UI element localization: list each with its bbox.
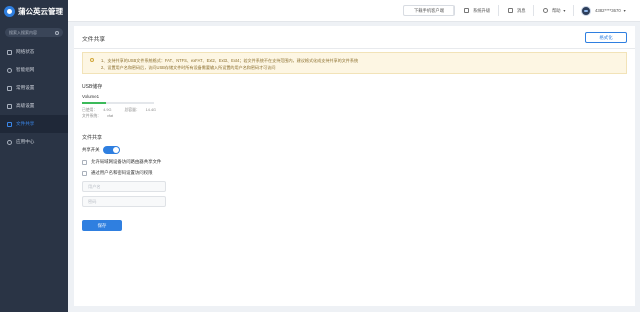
- page-title: 文件共享: [82, 37, 106, 43]
- sidebar-item-label: 智能组网: [16, 67, 35, 72]
- system-upgrade-label: 系统升级: [473, 7, 491, 13]
- usage-bar: [82, 102, 154, 104]
- file-share-title: 文件共享: [82, 135, 103, 141]
- chevron-down-icon: ▼: [622, 8, 627, 13]
- total-label: 总容量：: [124, 108, 140, 112]
- fs-label: 文件系统：: [82, 114, 101, 118]
- notice-box: 1、支持共享的USB文件系统格式：FAT、NTFS、exFAT、Ext2、Ext…: [82, 52, 627, 74]
- settings-icon: [7, 85, 12, 91]
- share-switch-label: 共享开关: [82, 147, 100, 152]
- used-value: 4.9G: [103, 108, 112, 112]
- network-icon: [7, 67, 12, 73]
- user-menu[interactable]: 4382****3670 ▼: [581, 5, 626, 16]
- upgrade-icon: [464, 8, 469, 13]
- logo-icon: [4, 5, 15, 17]
- sidebar-search: [5, 28, 63, 37]
- divider: [74, 48, 635, 49]
- sidebar-item-label: 应用中心: [16, 139, 35, 144]
- apps-icon: [7, 139, 12, 145]
- messages-button[interactable]: 消息: [508, 5, 526, 16]
- share-toggle[interactable]: [102, 146, 120, 154]
- allow-lan-access-checkbox[interactable]: [82, 159, 87, 165]
- folder-icon: [7, 121, 12, 127]
- credentials-access-checkbox[interactable]: [82, 170, 87, 176]
- allow-lan-access-label: 允许局域网设备访问路由器共享文件: [91, 159, 162, 164]
- bell-icon: [508, 8, 513, 13]
- sidebar-item-common-settings[interactable]: 常用设置: [0, 79, 68, 97]
- sidebar: 蒲公英云管理 网络状态 智能组网 常用设置 高级设置 文件共享 应用中心: [0, 0, 68, 312]
- allow-lan-access-row[interactable]: 允许局域网设备访问路由器共享文件: [82, 159, 161, 165]
- avatar: [581, 5, 591, 16]
- top-bar: 下载手机客户端 系统升级 消息 帮助 ▼ 4382****3670 ▼: [68, 0, 640, 22]
- advanced-settings-icon: [7, 103, 12, 109]
- username-field[interactable]: [82, 181, 166, 192]
- messages-label: 消息: [517, 7, 526, 13]
- sidebar-item-file-share[interactable]: 文件共享: [0, 115, 68, 133]
- sidebar-item-label: 常用设置: [16, 85, 35, 90]
- monitor-icon: [7, 49, 12, 55]
- app-title: 蒲公英云管理: [18, 6, 63, 16]
- sidebar-item-label: 文件共享: [16, 121, 35, 126]
- format-button[interactable]: 格式化: [585, 32, 627, 43]
- volume-name: Volume1: [82, 94, 100, 99]
- notice-line-2: 2、设置用户名和密码后，访问USB存储文件时所有设备需要输入所设置的用户名和密码…: [101, 65, 276, 70]
- help-menu[interactable]: 帮助 ▼: [543, 5, 566, 16]
- search-input[interactable]: [9, 30, 55, 35]
- sidebar-item-label: 网络状态: [16, 49, 35, 54]
- sidebar-item-advanced-settings[interactable]: 高级设置: [0, 97, 68, 115]
- save-button[interactable]: 保存: [82, 220, 122, 231]
- sidebar-item-network-status[interactable]: 网络状态: [0, 43, 68, 61]
- user-label: 4382****3670: [595, 8, 621, 13]
- total-value: 14.4G: [145, 108, 157, 112]
- share-switch-row: 共享开关: [82, 146, 120, 154]
- sidebar-item-label: 高级设置: [16, 103, 35, 108]
- system-upgrade-button[interactable]: 系统升级: [464, 5, 490, 16]
- search-icon[interactable]: [55, 30, 59, 35]
- help-icon: [543, 8, 548, 13]
- divider: [573, 5, 574, 16]
- used-label: 已使用：: [82, 108, 98, 112]
- divider: [498, 5, 499, 16]
- file-share-panel: 文件共享 格式化 1、支持共享的USB文件系统格式：FAT、NTFS、exFAT…: [74, 26, 635, 306]
- sidebar-item-smart-network[interactable]: 智能组网: [0, 61, 68, 79]
- sidebar-item-app-center[interactable]: 应用中心: [0, 133, 68, 151]
- usb-storage-title: USB储存: [82, 84, 103, 90]
- usage-bar-fill: [82, 102, 106, 104]
- credentials-access-row[interactable]: 通过用户名和密码设置访问权限: [82, 170, 152, 176]
- help-label: 帮助: [552, 7, 561, 13]
- chevron-down-icon: ▼: [562, 8, 567, 13]
- usb-stats: 已使用： 4.9G 总容量： 14.4G 文件系统： vfat: [82, 107, 168, 119]
- divider: [453, 5, 454, 16]
- divider: [533, 5, 534, 16]
- fs-value: vfat: [106, 114, 114, 118]
- info-icon: [90, 58, 94, 62]
- logo: 蒲公英云管理: [0, 0, 68, 22]
- credentials-access-label: 通过用户名和密码设置访问权限: [91, 170, 153, 175]
- password-field[interactable]: [82, 196, 166, 207]
- notice-line-1: 1、支持共享的USB文件系统格式：FAT、NTFS、exFAT、Ext2、Ext…: [101, 58, 359, 63]
- download-app-button[interactable]: 下载手机客户端: [403, 5, 455, 16]
